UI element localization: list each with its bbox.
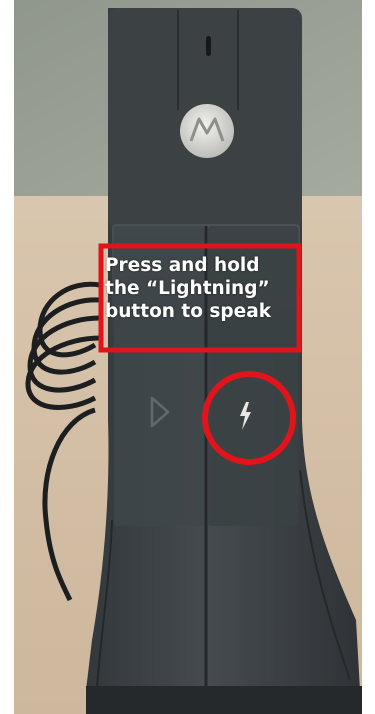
caption-line-1: Press and hold <box>105 255 260 276</box>
indicator-slot <box>206 36 211 56</box>
photo-margin-left <box>0 0 14 714</box>
photo <box>0 0 375 714</box>
photo-margin-right <box>362 0 375 714</box>
annotation-caption: Press and hold the “Lightning” button to… <box>105 254 295 323</box>
caption-line-2: the “Lightning” <box>105 278 270 299</box>
caption-line-3: button to speak <box>105 301 272 322</box>
microphone-base <box>86 686 362 714</box>
brand-logo-icon <box>180 104 234 158</box>
